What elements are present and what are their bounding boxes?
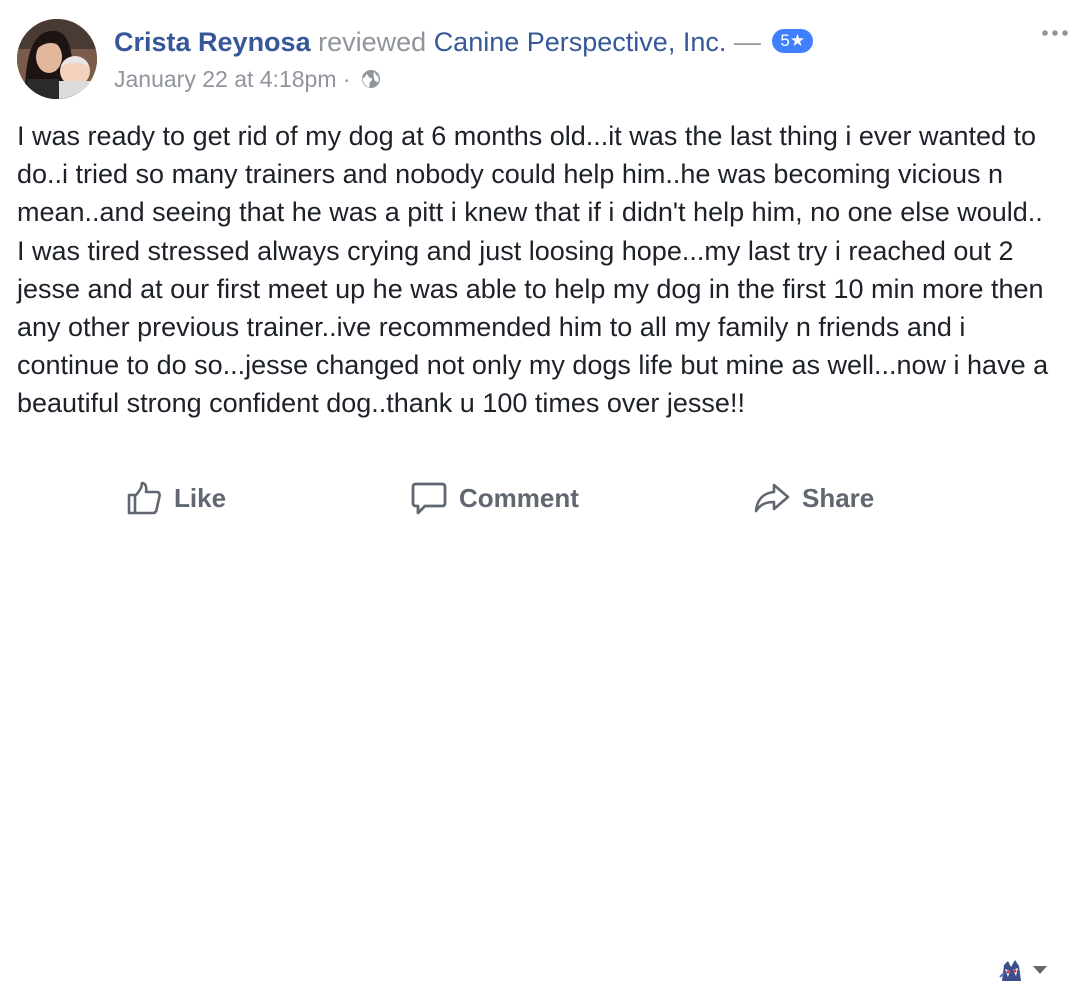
share-label: Share bbox=[802, 482, 875, 513]
review-text: I was ready to get rid of my dog at 6 mo… bbox=[17, 121, 1049, 419]
comment-button[interactable]: Comment bbox=[411, 472, 579, 524]
header-separator: — bbox=[733, 27, 761, 57]
post-actions-bar: Like Comment Share bbox=[0, 472, 1083, 985]
share-arrow-icon bbox=[754, 483, 790, 513]
chevron-down-icon bbox=[1033, 966, 1047, 974]
globe-icon[interactable] bbox=[361, 69, 381, 89]
like-button[interactable]: Like bbox=[126, 472, 226, 524]
more-options-icon[interactable] bbox=[1040, 26, 1070, 40]
page-name-link[interactable]: Canine Perspective, Inc. bbox=[434, 27, 727, 57]
post-header: Crista Reynosa reviewed Canine Perspecti… bbox=[114, 24, 814, 60]
avatar-image bbox=[17, 19, 97, 99]
comment-label: Comment bbox=[459, 482, 579, 513]
star-icon: ★ bbox=[789, 30, 806, 50]
thumbs-up-icon bbox=[127, 481, 161, 515]
rating-badge: 5★ bbox=[772, 28, 814, 53]
post-timestamp[interactable]: January 22 at 4:18pm bbox=[114, 66, 336, 92]
comment-bubble-icon bbox=[411, 482, 447, 515]
review-post: Crista Reynosa reviewed Canine Perspecti… bbox=[0, 0, 1083, 985]
page-avatar-icon bbox=[996, 955, 1026, 985]
post-as-selector[interactable] bbox=[996, 952, 1056, 988]
meta-separator: · bbox=[342, 66, 351, 92]
author-name[interactable]: Crista Reynosa bbox=[114, 27, 311, 57]
post-meta: January 22 at 4:18pm · bbox=[114, 64, 381, 94]
author-avatar[interactable] bbox=[17, 19, 97, 99]
rating-value: 5 bbox=[780, 30, 790, 50]
review-verb: reviewed bbox=[318, 27, 427, 57]
share-button[interactable]: Share bbox=[754, 472, 874, 524]
like-label: Like bbox=[174, 482, 227, 513]
